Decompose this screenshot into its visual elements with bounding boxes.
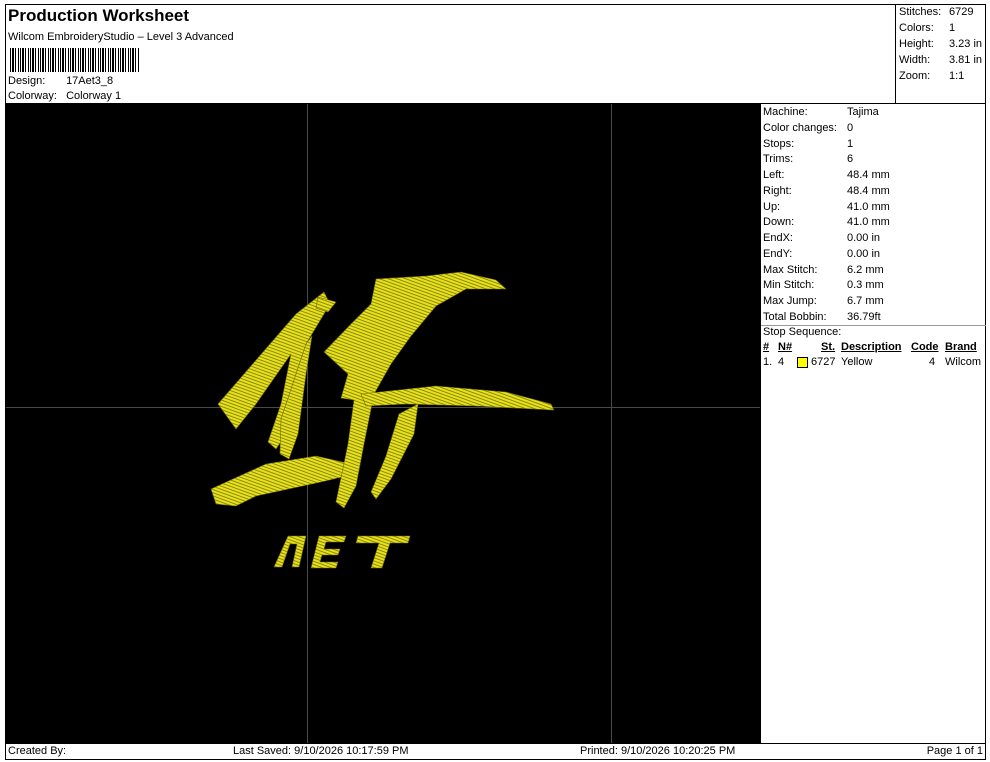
info-label: Stops: — [763, 138, 795, 150]
barcode — [10, 48, 140, 72]
info-value: 48.4 mm — [847, 169, 890, 181]
stat-label: Width: — [899, 54, 931, 66]
colorway-value: Colorway 1 — [66, 90, 122, 102]
stat-label: Zoom: — [899, 70, 931, 82]
design-number-17 — [210, 271, 555, 509]
footer-page-number: Page 1 of 1 — [926, 745, 983, 757]
info-label: EndY: — [763, 248, 793, 260]
design-stats: Stitches: 6729 Colors: 1 Height: 3.23 in Wi… — [895, 4, 986, 104]
info-label: Min Stitch: — [763, 279, 815, 291]
seq-row-st: 6727 — [811, 356, 836, 368]
info-label: Down: — [763, 216, 795, 228]
info-label: Total Bobbin: — [763, 311, 827, 323]
info-row-stops: Stops: 1 — [763, 137, 853, 152]
design-row: Design: 17Aet3_8 — [8, 75, 113, 87]
info-label: Trims: — [763, 153, 794, 165]
stop-sequence-title: Stop Sequence: — [763, 326, 842, 338]
info-row-endx: EndX: 0.00 in — [763, 231, 880, 246]
seq-header-code: Code — [911, 341, 939, 353]
info-value: 48.4 mm — [847, 185, 890, 197]
stat-width: Width: 3.81 in — [899, 54, 982, 66]
stat-value: 3.81 in — [949, 54, 983, 66]
info-label: EndX: — [763, 232, 793, 244]
seq-header-description: Description — [841, 341, 902, 353]
info-value: Tajima — [847, 106, 879, 118]
seq-header-st: St. — [821, 341, 836, 353]
info-value: 41.0 mm — [847, 216, 890, 228]
info-label: Right: — [763, 185, 792, 197]
info-row-min-stitch: Min Stitch: 0.3 mm — [763, 278, 884, 293]
design-preview — [6, 104, 760, 744]
stat-label: Stitches: — [899, 6, 942, 18]
info-value: 6.7 mm — [847, 295, 884, 307]
info-label: Max Jump: — [763, 295, 817, 307]
info-row-max-stitch: Max Stitch: 6.2 mm — [763, 263, 884, 278]
software-subtitle: Wilcom EmbroideryStudio – Level 3 Advanc… — [8, 31, 234, 43]
seq-header-num: # — [763, 341, 770, 353]
info-value: 0.00 in — [847, 248, 881, 260]
stat-label: Height: — [899, 38, 934, 50]
seq-header-n: N# — [778, 341, 793, 353]
info-label: Color changes: — [763, 122, 837, 134]
info-value: 0.3 mm — [847, 279, 884, 291]
stat-value: 3.23 in — [949, 38, 983, 50]
seq-row-brand: Wilcom — [945, 356, 982, 368]
info-row-color-changes: Color changes: 0 — [763, 121, 853, 136]
footer-printed: Printed: 9/10/2026 10:20:25 PM — [580, 745, 736, 757]
info-label: Max Stitch: — [763, 264, 818, 276]
stat-value: 1:1 — [949, 70, 965, 82]
info-label: Machine: — [763, 106, 808, 118]
info-row-down: Down: 41.0 mm — [763, 215, 890, 230]
stat-value: 1 — [949, 22, 956, 34]
color-swatch — [797, 357, 808, 368]
embroidery-design — [210, 271, 555, 569]
info-row-machine: Machine: Tajima — [763, 105, 879, 120]
worksheet-header: Production Worksheet Wilcom EmbroiderySt… — [5, 4, 895, 104]
footer-created-by: Created By: — [8, 745, 67, 757]
info-row-max-jump: Max Jump: 6.7 mm — [763, 294, 884, 309]
info-value: 0.00 in — [847, 232, 881, 244]
info-label: Left: — [763, 169, 785, 181]
design-value: 17Aet3_8 — [66, 75, 114, 87]
stat-height: Height: 3.23 in — [899, 38, 982, 50]
design-text-let — [273, 535, 411, 569]
footer: Created By: Last Saved: 9/10/2026 10:17:… — [5, 743, 986, 760]
seq-row-code: 4 — [929, 356, 936, 368]
seq-row-description: Yellow — [841, 356, 873, 368]
page-title: Production Worksheet — [8, 6, 190, 25]
info-label: Up: — [763, 201, 781, 213]
seq-header-brand: Brand — [945, 341, 977, 353]
info-row-right: Right: 48.4 mm — [763, 184, 890, 199]
machine-info-panel: Machine: Tajima Color changes: 0 Stops: 1 T… — [760, 104, 986, 744]
stat-stitches: Stitches: 6729 — [899, 6, 973, 18]
footer-last-saved: Last Saved: 9/10/2026 10:17:59 PM — [233, 745, 409, 757]
info-value: 6.2 mm — [847, 264, 884, 276]
info-row-up: Up: 41.0 mm — [763, 200, 890, 215]
stat-label: Colors: — [899, 22, 934, 34]
info-value: 6 — [847, 153, 854, 165]
info-row-trims: Trims: 6 — [763, 152, 853, 167]
info-row-left: Left: 48.4 mm — [763, 168, 890, 183]
info-row-total-bobbin: Total Bobbin: 36.79ft — [763, 310, 881, 325]
stat-value: 6729 — [949, 6, 974, 18]
info-value: 0 — [847, 122, 854, 134]
info-value: 1 — [847, 138, 854, 150]
stat-zoom: Zoom: 1:1 — [899, 70, 964, 82]
info-value: 36.79ft — [847, 311, 881, 323]
colorway-row: Colorway: Colorway 1 — [8, 90, 121, 102]
info-value: 41.0 mm — [847, 201, 890, 213]
colorway-label: Colorway: — [8, 90, 57, 102]
stat-colors: Colors: 1 — [899, 22, 955, 34]
info-row-endy: EndY: 0.00 in — [763, 247, 880, 262]
design-label: Design: — [8, 75, 46, 87]
seq-row-n: 4 — [778, 356, 785, 368]
seq-row-num: 1. — [763, 356, 773, 368]
